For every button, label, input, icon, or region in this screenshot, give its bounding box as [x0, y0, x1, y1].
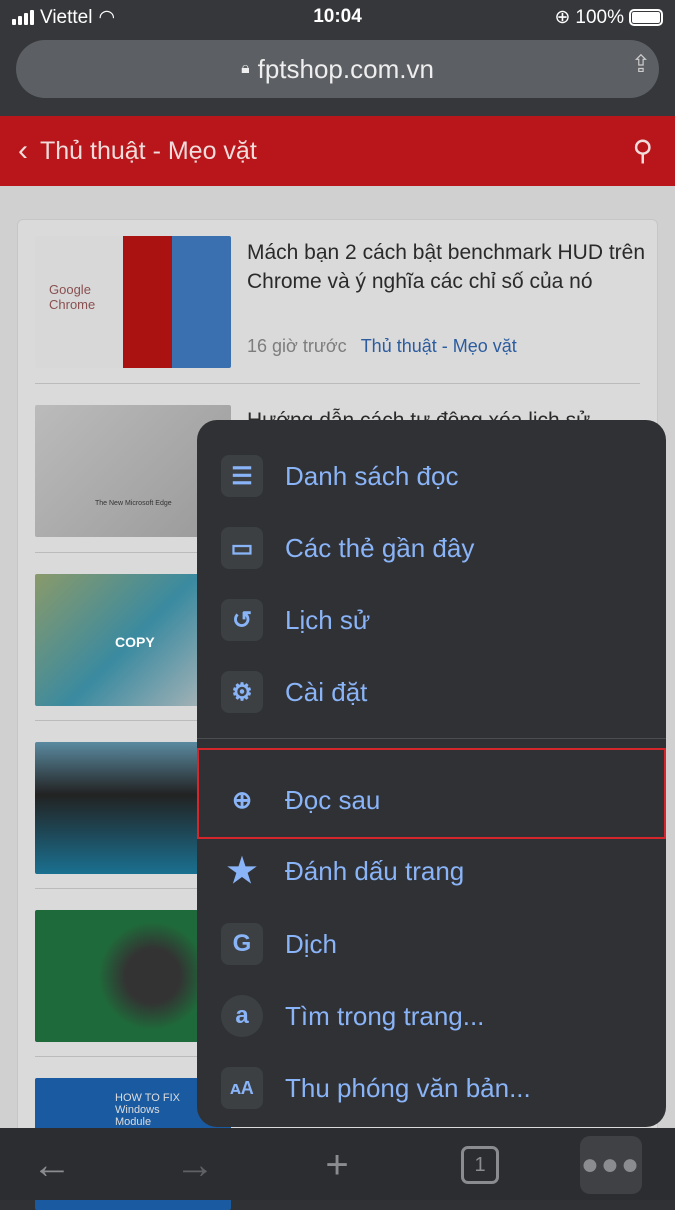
- read-later-icon: ⊕: [231, 786, 253, 814]
- article-time: 16 giờ trước: [247, 336, 347, 356]
- menu-item-recent-tabs[interactable]: ▭ Các thẻ gần đây: [197, 512, 666, 584]
- menu-label: Cài đặt: [285, 676, 368, 707]
- site-header: ‹ Thủ thuật - Mẹo vặt ⚲: [0, 116, 675, 186]
- battery-icon: [629, 9, 663, 26]
- rotation-lock-icon: ⊕: [554, 7, 571, 28]
- forward-button[interactable]: →: [165, 1136, 225, 1194]
- browser-menu: ☰ Danh sách đọc ▭ Các thẻ gần đây ↺ Lịch sử…: [197, 420, 666, 1127]
- list-icon: ☰: [221, 455, 263, 497]
- menu-item-settings[interactable]: ⚙ Cài đặt: [197, 656, 666, 728]
- lock-icon: 🔒︎: [241, 60, 250, 77]
- back-chevron-icon[interactable]: ‹: [18, 134, 28, 168]
- menu-divider: [197, 738, 666, 739]
- menu-item-reading-list[interactable]: ☰ Danh sách đọc: [197, 440, 666, 512]
- menu-item-bookmark[interactable]: ★ Đánh dấu trang: [197, 835, 666, 907]
- menu-item-history[interactable]: ↺ Lịch sử: [197, 584, 666, 656]
- new-tab-button[interactable]: +: [307, 1136, 367, 1194]
- bottom-toolbar: ← → + 1 ●●●: [0, 1128, 675, 1200]
- thumb-label: The New Microsoft Edge: [95, 500, 172, 507]
- menu-label: Thu phóng văn bản...: [285, 1072, 531, 1103]
- menu-item-read-later[interactable]: ⊕ Đọc sau: [197, 764, 666, 836]
- menu-label: Đánh dấu trang: [285, 855, 465, 886]
- status-bar: Viettel ◠ 10:04 ⊕ 100%: [0, 0, 675, 36]
- page-title: Thủ thuật - Mẹo vặt: [40, 136, 257, 165]
- url-field[interactable]: 🔒︎ fptshop.com.vn: [16, 40, 659, 98]
- menu-item-text-zoom[interactable]: ᴀA Thu phóng văn bản...: [197, 1052, 666, 1124]
- menu-label: Dịch: [285, 928, 338, 959]
- devices-icon: ▭: [221, 527, 263, 569]
- article-category[interactable]: Thủ thuật - Mẹo vặt: [361, 336, 517, 356]
- article-title[interactable]: Mách bạn 2 cách bật benchmark HUD trên C…: [247, 238, 647, 296]
- tab-switcher-button[interactable]: 1: [450, 1136, 510, 1194]
- bookmark-star-icon: ★: [226, 852, 258, 890]
- thumb-label: Google Chrome: [49, 282, 96, 312]
- article-meta: 16 giờ trước Thủ thuật - Mẹo vặt: [247, 336, 517, 357]
- back-button[interactable]: ←: [22, 1136, 82, 1194]
- address-bar: 🔒︎ fptshop.com.vn ⇪: [0, 36, 675, 116]
- translate-icon: G: [221, 923, 263, 965]
- gear-icon: ⚙: [221, 671, 263, 713]
- menu-label: Đọc sau: [285, 784, 381, 815]
- menu-label: Tìm trong trang...: [285, 1000, 485, 1031]
- more-menu-button[interactable]: ●●●: [580, 1136, 642, 1194]
- thumb-label: COPY: [115, 634, 155, 650]
- menu-label: Danh sách đọc: [285, 460, 459, 491]
- tab-count: 1: [461, 1146, 499, 1184]
- menu-label: Lịch sử: [285, 604, 371, 635]
- battery-percent: 100%: [575, 6, 624, 28]
- search-icon[interactable]: ⚲: [632, 134, 653, 167]
- find-icon: a: [221, 995, 263, 1037]
- menu-item-translate[interactable]: G Dịch: [197, 908, 666, 980]
- share-icon[interactable]: ⇪: [631, 50, 651, 79]
- menu-item-find-in-page[interactable]: a Tìm trong trang...: [197, 980, 666, 1052]
- text-zoom-icon: ᴀA: [221, 1067, 263, 1109]
- article-thumbnail[interactable]: Google Chrome: [35, 236, 231, 368]
- history-icon: ↺: [221, 599, 263, 641]
- menu-label: Các thẻ gần đây: [285, 532, 475, 563]
- url-text: fptshop.com.vn: [257, 53, 434, 84]
- thumb-label: HOW TO FIX Windows Module: [115, 1092, 180, 1128]
